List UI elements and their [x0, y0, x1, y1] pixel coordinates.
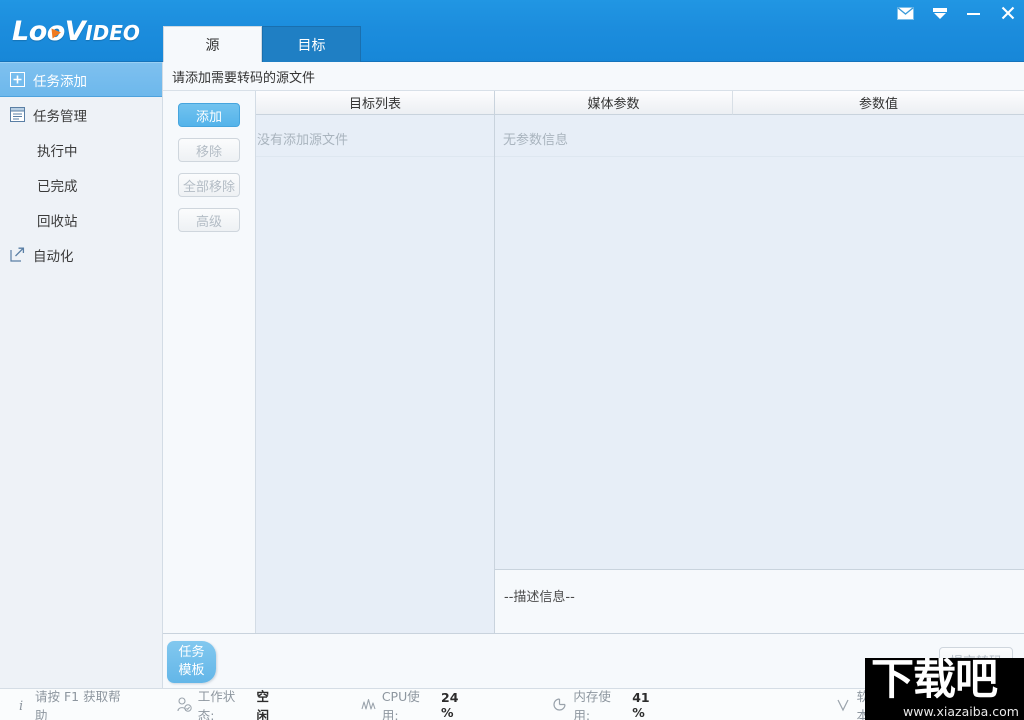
application-window: LooVIDEO 源 目标 任务添加 任务管理 执行中 已完成 回收站 自动化 …: [0, 0, 1024, 720]
sub-header: 请添加需要转码的源文件: [163, 62, 1024, 91]
work-area: 添加 移除 全部移除 高级 目标列表 没有添加源文件 媒体参数 参数值 无参数信…: [163, 91, 1024, 633]
media-params-header-label: 媒体参数: [587, 97, 640, 112]
remove-all-button-label: 全部移除: [182, 179, 235, 195]
tab-strip: 源 目标: [163, 0, 361, 62]
sidebar-item-running[interactable]: 执行中: [0, 132, 162, 167]
parameters-headers: 媒体参数 参数值: [495, 91, 1024, 115]
sub-header-text: 请添加需要转码的源文件: [172, 70, 316, 86]
status-help-text: 请按 F1 获取帮助: [35, 688, 121, 720]
status-cpu-label: CPU使用:: [381, 688, 420, 720]
status-help: i 请按 F1 获取帮助: [0, 689, 141, 720]
pie-icon: [552, 697, 567, 712]
param-value-header[interactable]: 参数值: [733, 91, 1024, 115]
empty-params-message: 无参数信息: [503, 133, 569, 148]
sidebar-item-label: 执行中: [37, 143, 78, 160]
sidebar-item-label: 任务管理: [33, 108, 87, 125]
sidebar-item-completed[interactable]: 已完成: [0, 167, 162, 202]
status-cpu: CPU使用: 24 %: [351, 689, 485, 720]
row-divider: [495, 156, 1024, 157]
media-params-header[interactable]: 媒体参数: [495, 91, 733, 115]
user-check-icon: [177, 697, 192, 712]
description-text: --描述信息--: [504, 590, 575, 605]
status-memory: 内存使用: 41 %: [542, 689, 675, 720]
task-template-button[interactable]: 任务 模板: [167, 641, 216, 683]
tables-region: 目标列表 没有添加源文件 媒体参数 参数值 无参数信息 --描述信息--: [256, 91, 1024, 633]
sidebar-item-recycle-bin[interactable]: 回收站: [0, 202, 162, 237]
description-pane: --描述信息--: [495, 569, 1024, 633]
window-body: 任务添加 任务管理 执行中 已完成 回收站 自动化 请添加需要转码的源文件 添加…: [0, 62, 1024, 688]
remove-button[interactable]: 移除: [178, 138, 240, 162]
status-work-state-value: 空闲: [256, 688, 269, 720]
source-file-list[interactable]: 没有添加源文件: [256, 115, 494, 633]
tab-target-label: 目标: [297, 37, 326, 54]
site-watermark: 下载吧 www.xiazaiba.com: [865, 658, 1024, 720]
remove-button-label: 移除: [195, 144, 222, 160]
sidebar: 任务添加 任务管理 执行中 已完成 回收站 自动化: [0, 62, 163, 688]
add-button-label: 添加: [195, 109, 222, 125]
tab-source-label: 源: [205, 37, 220, 54]
row-divider: [256, 156, 494, 157]
window-controls: [897, 2, 1016, 24]
sidebar-item-label: 回收站: [37, 213, 78, 230]
logo-text-main: LooV: [12, 15, 86, 47]
media-parameters-list[interactable]: 无参数信息: [495, 115, 1024, 569]
logo-text-suffix: IDEO: [85, 20, 140, 45]
status-cpu-value: 24 %: [441, 689, 459, 720]
empty-source-message: 没有添加源文件: [257, 133, 349, 148]
tables-row: 目标列表 没有添加源文件 媒体参数 参数值 无参数信息 --描述信息--: [256, 91, 1024, 633]
sidebar-item-automation[interactable]: 自动化: [0, 237, 162, 272]
v-icon: [836, 697, 851, 712]
waveform-icon: [361, 697, 376, 712]
sidebar-item-task-add[interactable]: 任务添加: [0, 62, 162, 97]
target-list-column: 目标列表 没有添加源文件: [256, 91, 495, 633]
svg-text:i: i: [19, 699, 23, 712]
close-icon[interactable]: [999, 5, 1016, 22]
main-panel: 请添加需要转码的源文件 添加 移除 全部移除 高级 目标列表 没有添加源文件 媒…: [163, 62, 1024, 688]
status-memory-label: 内存使用:: [573, 688, 611, 720]
task-template-line1: 任务: [178, 645, 205, 660]
remove-all-button[interactable]: 全部移除: [178, 173, 240, 197]
watermark-url: www.xiazaiba.com: [903, 704, 1019, 719]
minimize-icon[interactable]: [965, 5, 982, 22]
sidebar-item-label: 任务添加: [33, 73, 87, 90]
sidebar-item-task-manage[interactable]: 任务管理: [0, 97, 162, 132]
add-button[interactable]: 添加: [178, 103, 240, 127]
status-memory-value: 41 %: [632, 689, 650, 720]
target-list-header[interactable]: 目标列表: [256, 91, 494, 115]
parameters-column: 媒体参数 参数值 无参数信息 --描述信息--: [495, 91, 1024, 633]
target-list-header-label: 目标列表: [348, 97, 401, 112]
mail-icon[interactable]: [897, 5, 914, 22]
logo-area: LooVIDEO: [0, 0, 163, 62]
external-link-icon: [9, 246, 26, 263]
status-work-state: 工作状态: 空闲: [167, 689, 291, 720]
advanced-button[interactable]: 高级: [178, 208, 240, 232]
chevron-down-icon[interactable]: [931, 5, 948, 22]
watermark-text: 下载吧: [871, 658, 998, 705]
plus-box-icon: [9, 71, 26, 88]
sidebar-item-label: 已完成: [37, 178, 78, 195]
param-value-header-label: 参数值: [858, 97, 898, 112]
task-template-line2: 模板: [178, 663, 205, 678]
tab-source[interactable]: 源: [163, 26, 262, 62]
status-work-state-label: 工作状态:: [197, 688, 236, 720]
action-button-column: 添加 移除 全部移除 高级: [163, 91, 256, 633]
advanced-button-label: 高级: [195, 214, 222, 230]
tab-target[interactable]: 目标: [262, 26, 361, 62]
window-icon: [9, 106, 26, 123]
sidebar-item-label: 自动化: [33, 248, 74, 265]
app-logo: LooVIDEO: [12, 18, 140, 45]
play-accent-icon: [51, 27, 62, 38]
info-icon: i: [14, 697, 29, 712]
title-bar: LooVIDEO 源 目标: [0, 0, 1024, 62]
